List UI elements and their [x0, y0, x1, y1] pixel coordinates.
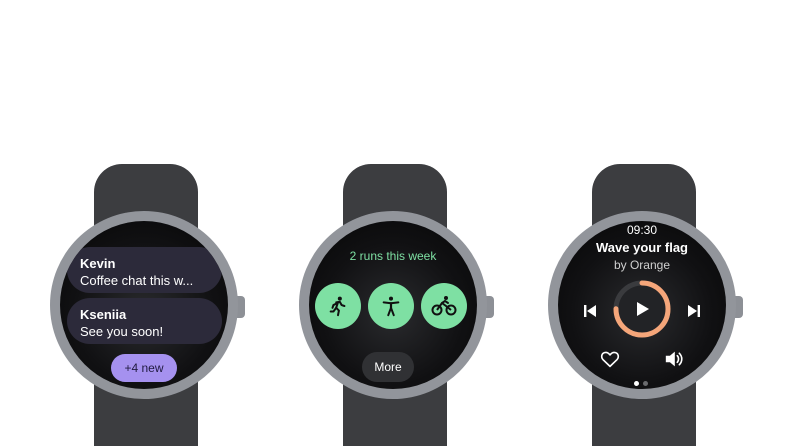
bike-activity-button[interactable] [421, 283, 467, 329]
message-card-kseniia[interactable]: Kseniia See you soon! [67, 298, 222, 344]
workout-icon [382, 296, 400, 317]
run-activity-button[interactable] [315, 283, 361, 329]
watch-screen: 2 runs this week More [309, 221, 477, 389]
page-indicator [634, 381, 648, 386]
page-dot-active [634, 381, 639, 386]
run-icon [329, 296, 346, 317]
message-sender: Kseniia [80, 307, 127, 322]
message-card-kevin[interactable]: Kevin Coffee chat this w... [67, 247, 222, 293]
volume-button[interactable] [662, 347, 686, 371]
message-preview: Coffee chat this w... [80, 273, 194, 288]
new-messages-button[interactable]: +4 new [111, 354, 177, 382]
play-button[interactable] [612, 279, 672, 339]
bike-icon [431, 296, 457, 316]
skip-next-icon [688, 305, 700, 317]
page-dot [643, 381, 648, 386]
song-title: Wave your flag [596, 240, 688, 255]
message-sender: Kevin [80, 256, 116, 271]
previous-track-button[interactable] [578, 299, 602, 323]
watch-screen: 09:30 Wave your flag by Orange [558, 221, 726, 389]
heart-icon [600, 351, 620, 368]
weekly-runs-title: 2 runs this week [349, 249, 437, 263]
play-icon [637, 302, 649, 316]
song-artist: by Orange [613, 258, 671, 272]
clock-time: 09:30 [626, 223, 658, 237]
favorite-button[interactable] [598, 347, 622, 371]
watch-fitness: 2 runs this week More [297, 0, 537, 446]
watch-messages: Kevin Coffee chat this w... Kseniia See … [48, 0, 288, 446]
workout-activity-button[interactable] [368, 283, 414, 329]
message-preview: See you soon! [80, 324, 164, 339]
skip-previous-icon [584, 305, 596, 317]
next-track-button[interactable] [682, 299, 706, 323]
volume-icon [665, 351, 683, 367]
more-button[interactable]: More [362, 352, 414, 382]
watch-media: 09:30 Wave your flag by Orange [546, 0, 786, 446]
